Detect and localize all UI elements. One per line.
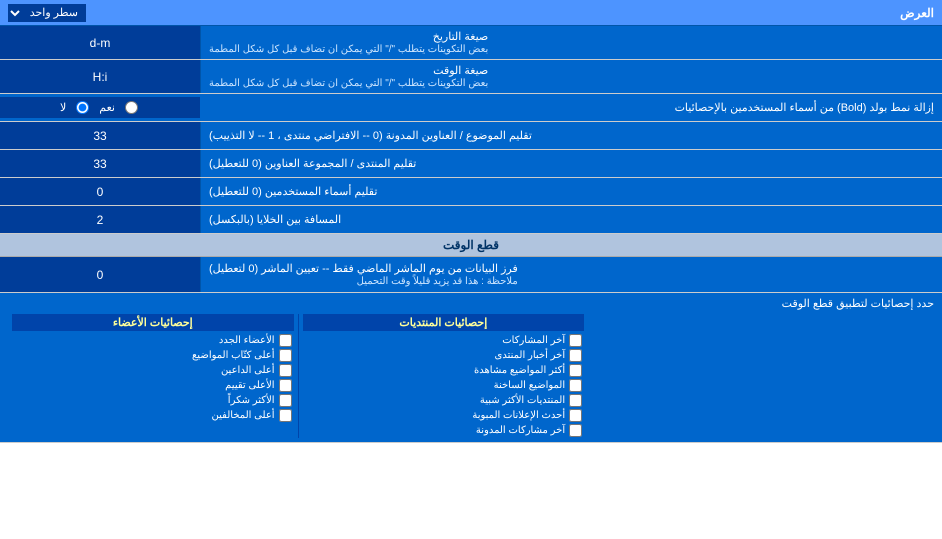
stats-header-label: حدد إحصائيات لتطبيق قطع الوقت	[8, 297, 934, 310]
date-format-input[interactable]	[6, 36, 194, 50]
display-dropdown[interactable]: سطر واحدسطرينثلاثة أسطر	[8, 4, 86, 22]
time-format-input-wrap	[0, 60, 200, 93]
bold-radio-options: نعم لا	[0, 97, 200, 118]
time-format-input[interactable]	[6, 70, 194, 84]
username-trim-input[interactable]	[6, 185, 194, 199]
stats-col-members: إحصائيات الأعضاء الأعضاء الجدد أعلى كتّا…	[8, 314, 298, 438]
stats-members-item-0: الأعضاء الجدد	[12, 333, 294, 348]
stats-posts-cb-6[interactable]	[569, 424, 582, 437]
bold-yes-radio[interactable]	[125, 101, 138, 114]
stats-posts-cb-1[interactable]	[569, 349, 582, 362]
stats-members-cb-1[interactable]	[279, 349, 292, 362]
stats-posts-item-4: المنتديات الأكثر شبية	[303, 393, 585, 408]
stats-members-item-1: أعلى كتّاب المواضيع	[12, 348, 294, 363]
date-format-label: صيغة التاريخ بعض التكوينات يتطلب "/" الت…	[200, 26, 942, 59]
stats-members-cb-0[interactable]	[279, 334, 292, 347]
stats-posts-item-2: أكثر المواضيع مشاهدة	[303, 363, 585, 378]
stats-members-cb-4[interactable]	[279, 394, 292, 407]
stats-posts-cb-5[interactable]	[569, 409, 582, 422]
cell-spacing-input-wrap	[0, 206, 200, 233]
cell-spacing-input[interactable]	[6, 213, 194, 227]
stats-posts-item-0: آخر المشاركات	[303, 333, 585, 348]
stats-columns: إحصائيات المنتديات آخر المشاركات آخر أخب…	[8, 314, 934, 438]
bold-radio-row: إزالة نمط بولد (Bold) من أسماء المستخدمي…	[0, 94, 942, 122]
stats-members-item-2: أعلى الداعين	[12, 363, 294, 378]
forum-headers-row: تقليم المنتدى / المجموعة العناوين (0 للت…	[0, 150, 942, 178]
forum-headers-input-wrap	[0, 150, 200, 177]
topic-headers-row: تقليم الموضوع / العناوين المدونة (0 -- ا…	[0, 122, 942, 150]
filter-input-wrap	[0, 257, 200, 292]
stats-divider	[298, 314, 299, 438]
stats-posts-cb-3[interactable]	[569, 379, 582, 392]
topic-headers-input-wrap	[0, 122, 200, 149]
time-format-row: صيغة الوقت بعض التكوينات يتطلب "/" التي …	[0, 60, 942, 94]
stats-section: حدد إحصائيات لتطبيق قطع الوقت إحصائيات ا…	[0, 293, 942, 443]
date-format-row: صيغة التاريخ بعض التكوينات يتطلب "/" الت…	[0, 26, 942, 60]
main-container: العرض سطر واحدسطرينثلاثة أسطر صيغة التار…	[0, 0, 942, 443]
bold-radio-label: إزالة نمط بولد (Bold) من أسماء المستخدمي…	[200, 97, 942, 118]
topic-headers-input[interactable]	[6, 129, 194, 143]
header-label: العرض	[900, 6, 934, 20]
stats-members-cb-3[interactable]	[279, 379, 292, 392]
cutoff-section-header: قطع الوقت	[0, 234, 942, 257]
cell-spacing-row: المسافة بين الخلايا (بالبكسل)	[0, 206, 942, 234]
stats-members-cb-2[interactable]	[279, 364, 292, 377]
date-format-input-wrap	[0, 26, 200, 59]
stats-posts-item-6: آخر مشاركات المدونة	[303, 423, 585, 438]
time-format-label: صيغة الوقت بعض التكوينات يتطلب "/" التي …	[200, 60, 942, 93]
stats-members-item-3: الأعلى تقييم	[12, 378, 294, 393]
stats-posts-cb-2[interactable]	[569, 364, 582, 377]
stats-members-item-5: أعلى المخالفين	[12, 408, 294, 423]
forum-headers-label: تقليم المنتدى / المجموعة العناوين (0 للت…	[200, 150, 942, 177]
username-trim-input-wrap	[0, 178, 200, 205]
cell-spacing-label: المسافة بين الخلايا (بالبكسل)	[200, 206, 942, 233]
bold-yes-label: نعم	[99, 101, 115, 114]
stats-posts-item-1: آخر أخبار المنتدى	[303, 348, 585, 363]
stats-members-title: إحصائيات الأعضاء	[12, 314, 294, 331]
forum-headers-input[interactable]	[6, 157, 194, 171]
bold-no-radio[interactable]	[76, 101, 89, 114]
bold-no-label: لا	[60, 101, 66, 114]
stats-posts-item-5: أحدث الإعلانات المبوبة	[303, 408, 585, 423]
stats-posts-cb-4[interactable]	[569, 394, 582, 407]
username-trim-row: تقليم أسماء المستخدمين (0 للتعطيل)	[0, 178, 942, 206]
stats-posts-item-3: المواضيع الساخنة	[303, 378, 585, 393]
header-row: العرض سطر واحدسطرينثلاثة أسطر	[0, 0, 942, 26]
stats-posts-title: إحصائيات المنتديات	[303, 314, 585, 331]
filter-label: فرز البيانات من يوم الماشر الماضي فقط --…	[200, 257, 942, 292]
stats-col-empty	[588, 314, 934, 438]
username-trim-label: تقليم أسماء المستخدمين (0 للتعطيل)	[200, 178, 942, 205]
stats-members-cb-5[interactable]	[279, 409, 292, 422]
topic-headers-label: تقليم الموضوع / العناوين المدونة (0 -- ا…	[200, 122, 942, 149]
stats-posts-cb-0[interactable]	[569, 334, 582, 347]
stats-members-item-4: الأكثر شكراً	[12, 393, 294, 408]
filter-input[interactable]	[6, 268, 194, 282]
stats-col-posts: إحصائيات المنتديات آخر المشاركات آخر أخب…	[299, 314, 589, 438]
filter-row: فرز البيانات من يوم الماشر الماضي فقط --…	[0, 257, 942, 293]
